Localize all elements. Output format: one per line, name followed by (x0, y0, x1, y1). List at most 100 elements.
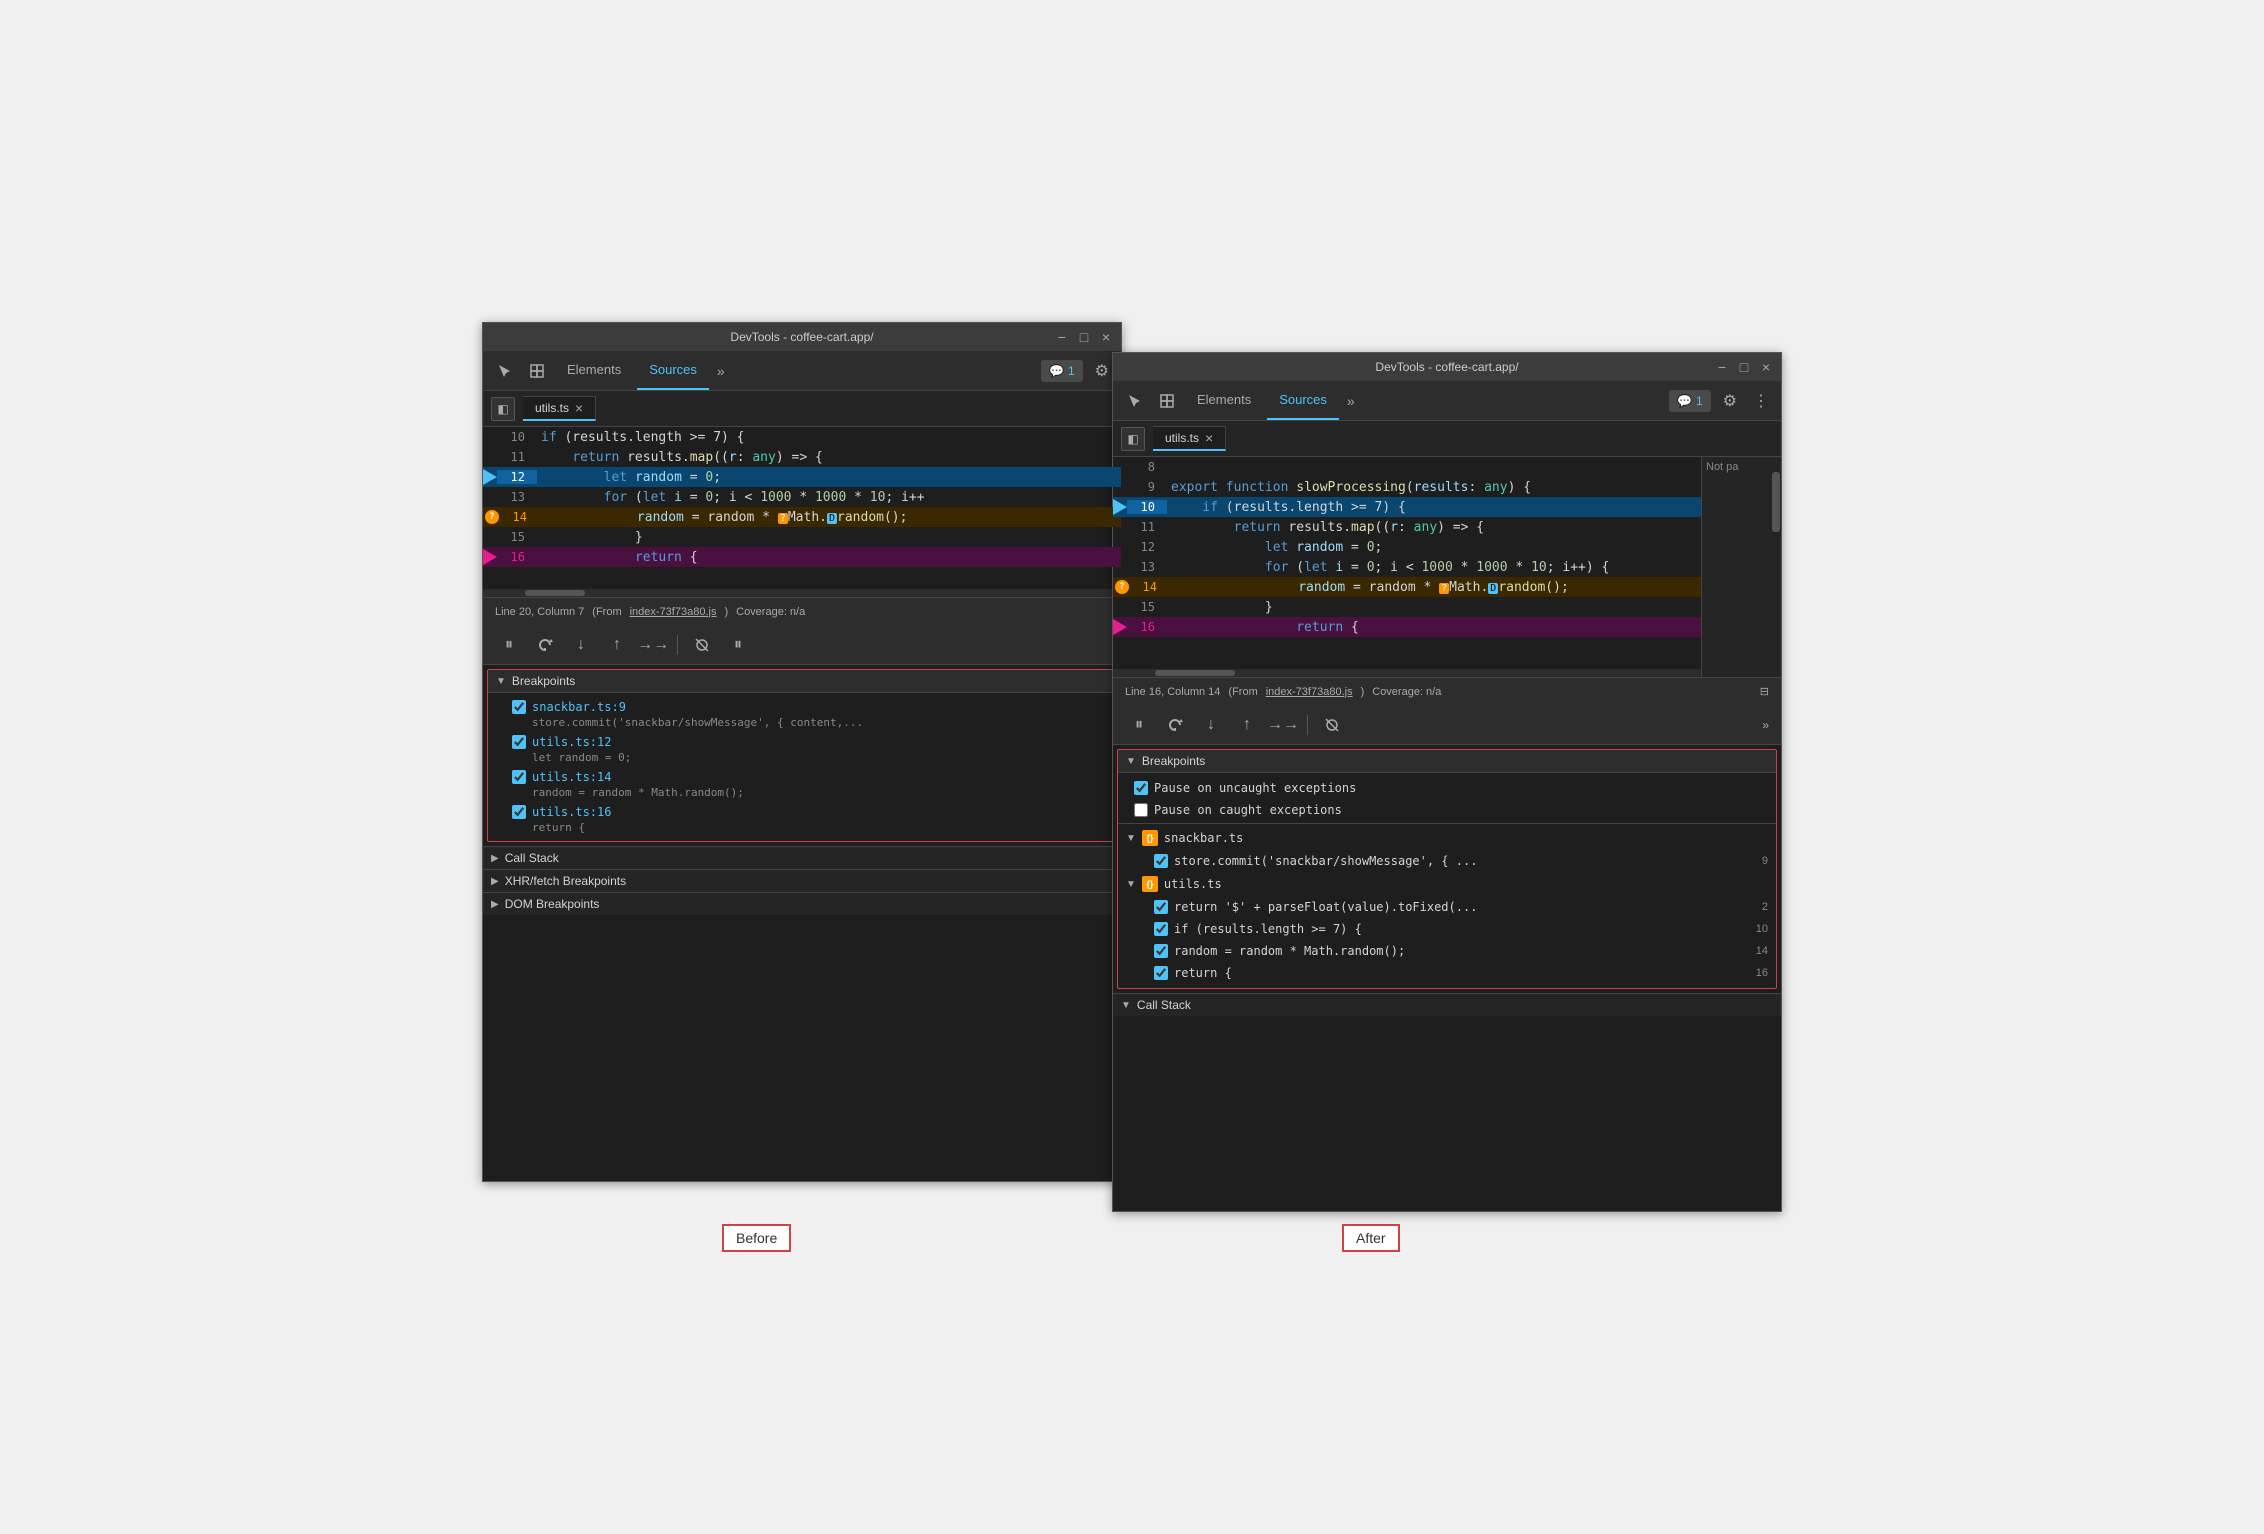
right-file-tab-close[interactable]: × (1205, 431, 1213, 445)
xhr-title: XHR/fetch Breakpoints (505, 874, 626, 888)
utils-bp-line-2: 2 (1762, 901, 1768, 913)
breakpoints-title: Breakpoints (512, 674, 575, 688)
minimize-button-r[interactable]: − (1715, 360, 1729, 374)
right-h-scrollbar[interactable] (1113, 669, 1701, 677)
utils-bp-checkbox-14[interactable] (1154, 944, 1168, 958)
step-over-button[interactable] (531, 631, 559, 659)
snackbar-group-header[interactable]: ▼ {} snackbar.ts (1118, 826, 1776, 850)
breakpoints-header[interactable]: ▼ Breakpoints (488, 670, 1116, 693)
dom-title: DOM Breakpoints (505, 897, 600, 911)
right-toolbar-more[interactable]: » (1762, 718, 1769, 732)
right-tab-sources[interactable]: Sources (1267, 381, 1339, 420)
right-deactivate-button[interactable] (1318, 711, 1346, 739)
right-file-tab-row: ◧ utils.ts × (1113, 421, 1781, 457)
dom-breakpoints-header[interactable]: ▶ DOM Breakpoints (483, 892, 1121, 915)
right-status-bar: Line 16, Column 14 (From index-73f73a80.… (1113, 677, 1781, 705)
close-button-r[interactable]: × (1759, 360, 1773, 374)
bp-code-utils12: let random = 0; (532, 751, 1100, 764)
right-bp-content: Pause on uncaught exceptions Pause on ca… (1118, 773, 1776, 988)
right-step-out-button[interactable]: ↑ (1233, 711, 1261, 739)
tab-elements[interactable]: Elements (555, 351, 633, 390)
cursor-position: Line 20, Column 7 (495, 606, 584, 618)
right-code-container: 8 9 export function slowProcessing(resul… (1113, 457, 1781, 677)
right-step-into-button[interactable]: ↓ (1197, 711, 1225, 739)
file-tab-label: utils.ts (535, 401, 569, 415)
right-console-badge[interactable]: 💬 1 (1669, 390, 1711, 412)
right-pause-button[interactable]: ⏸ (1125, 711, 1153, 739)
continue-button[interactable]: →→ (639, 631, 667, 659)
utils-group-header[interactable]: ▼ {} utils.ts (1118, 872, 1776, 896)
close-button[interactable]: × (1099, 330, 1113, 344)
utils-bp-checkbox-2[interactable] (1154, 900, 1168, 914)
right-more-button[interactable]: ⋮ (1749, 387, 1773, 415)
right-v-scrollbar[interactable] (1772, 472, 1780, 532)
deactivate-button[interactable] (688, 631, 716, 659)
right-layers-icon[interactable] (1153, 387, 1181, 415)
utils-group-icon: {} (1142, 876, 1158, 892)
right-source-link[interactable]: index-73f73a80.js (1266, 686, 1353, 698)
restore-button-r[interactable]: □ (1737, 360, 1751, 374)
right-panels-section: ▼ Breakpoints Pause on uncaught exceptio… (1113, 745, 1781, 1211)
left-file-tab-row: ◧ utils.ts × (483, 391, 1121, 427)
right-more-tabs[interactable]: » (1343, 389, 1359, 413)
right-settings-button[interactable]: ⚙ (1719, 387, 1741, 415)
layers-icon[interactable] (523, 357, 551, 385)
call-stack-header[interactable]: ▶ Call Stack (483, 846, 1121, 869)
cursor-icon[interactable] (491, 357, 519, 385)
sidebar-toggle-button[interactable]: ◧ (491, 397, 515, 421)
pause-button[interactable]: ⏸ (495, 631, 523, 659)
utils-bp-code-10: if (results.length >= 7) { (1174, 922, 1750, 936)
right-code-lines: 8 9 export function slowProcessing(resul… (1113, 457, 1701, 669)
step-into-button[interactable]: ↓ (567, 631, 595, 659)
pause-uncaught-checkbox[interactable] (1134, 781, 1148, 795)
breakpoints-content: snackbar.ts:9 store.commit('snackbar/sho… (488, 693, 1116, 841)
minimize-button[interactable]: − (1055, 330, 1069, 344)
coverage-status: Coverage: n/a (736, 606, 805, 618)
source-file-link[interactable]: index-73f73a80.js (630, 606, 717, 618)
more-tabs-chevron[interactable]: » (713, 359, 729, 383)
pause-caught-checkbox[interactable] (1134, 803, 1148, 817)
bp-checkbox-utils14[interactable] (512, 770, 526, 784)
tab-sources[interactable]: Sources (637, 351, 709, 390)
file-tab-utils[interactable]: utils.ts × (523, 396, 596, 421)
utils-bp-code-14: random = random * Math.random(); (1174, 944, 1750, 958)
right-title-text: DevTools - coffee-cart.app/ (1375, 360, 1518, 374)
right-call-stack-header[interactable]: ▼ Call Stack (1113, 993, 1781, 1016)
right-cursor-icon[interactable] (1121, 387, 1149, 415)
right-code-line-12: 12 let random = 0; (1113, 537, 1701, 557)
settings-button[interactable]: ⚙ (1091, 357, 1113, 385)
right-panel-toggle[interactable]: ⊟ (1760, 685, 1769, 698)
left-status-bar: Line 20, Column 7 (From index-73f73a80.j… (483, 597, 1121, 625)
console-badge-button[interactable]: 💬 1 (1041, 360, 1083, 382)
pause-exceptions-button[interactable]: ⏸ (724, 631, 752, 659)
from-label: (From (592, 606, 621, 618)
right-code-line-10: 10 if (results.length >= 7) { (1113, 497, 1701, 517)
bp-checkbox-utils12[interactable] (512, 735, 526, 749)
restore-button[interactable]: □ (1077, 330, 1091, 344)
file-tab-close[interactable]: × (575, 401, 583, 415)
utils-bp-checkbox-16[interactable] (1154, 966, 1168, 980)
right-file-tab-utils[interactable]: utils.ts × (1153, 426, 1226, 451)
right-tab-elements[interactable]: Elements (1185, 381, 1263, 420)
right-breakpoints-header[interactable]: ▼ Breakpoints (1118, 750, 1776, 773)
snackbar-bp-checkbox[interactable] (1154, 854, 1168, 868)
pause-caught-label: Pause on caught exceptions (1154, 803, 1768, 817)
utils-bp-item-2: return '$' + parseFloat(value).toFixed(.… (1118, 896, 1776, 918)
step-out-button[interactable]: ↑ (603, 631, 631, 659)
bp-checkbox-snackbar[interactable] (512, 700, 526, 714)
right-continue-button[interactable]: →→ (1269, 711, 1297, 739)
bp-name-utils14: utils.ts:14 (532, 770, 611, 784)
right-sidebar-toggle[interactable]: ◧ (1121, 427, 1145, 451)
bp-name-utils16: utils.ts:16 (532, 805, 611, 819)
right-code-line-13: 13 for (let i = 0; i < 1000 * 1000 * 10;… (1113, 557, 1701, 577)
right-step-over-button[interactable] (1161, 711, 1189, 739)
badge-count: 1 (1068, 364, 1075, 378)
right-tab-bar: Elements Sources » 💬 1 ⚙ ⋮ (1113, 381, 1781, 421)
horizontal-scrollbar[interactable] (483, 589, 1121, 597)
bp-checkbox-utils16[interactable] (512, 805, 526, 819)
utils-bp-code-16: return { (1174, 966, 1750, 980)
snackbar-group-arrow: ▼ (1126, 833, 1136, 844)
xhr-breakpoints-header[interactable]: ▶ XHR/fetch Breakpoints (483, 869, 1121, 892)
right-cursor-position: Line 16, Column 14 (1125, 686, 1220, 698)
utils-bp-checkbox-10[interactable] (1154, 922, 1168, 936)
